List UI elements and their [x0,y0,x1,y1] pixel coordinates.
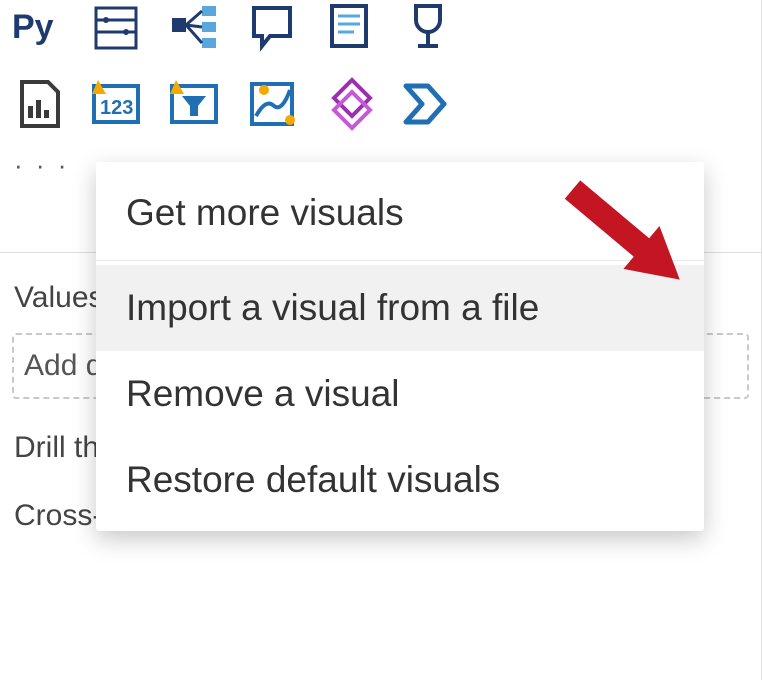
svg-text:123: 123 [100,97,133,119]
viz-icons-row-1: Py [0,0,761,64]
powerapps-icon[interactable] [324,76,380,132]
power-automate-icon[interactable] [402,76,458,132]
qa-visual-icon[interactable] [246,0,302,56]
power-automate-123-icon[interactable]: 123 [90,76,146,132]
visuals-context-menu: Get more visuals Import a visual from a … [96,162,704,531]
menu-restore-default-visuals[interactable]: Restore default visuals [96,437,704,523]
goals-icon[interactable] [402,0,458,56]
menu-import-visual-from-file[interactable]: Import a visual from a file [96,265,704,351]
power-automate-filter-icon[interactable] [168,76,224,132]
paginated-report-icon[interactable] [12,76,68,132]
arcgis-maps-icon[interactable] [246,76,302,132]
menu-get-more-visuals[interactable]: Get more visuals [96,170,704,256]
key-influencers-icon[interactable] [90,0,146,56]
menu-remove-visual[interactable]: Remove a visual [96,351,704,437]
decomposition-tree-icon[interactable] [168,0,224,56]
svg-text:Py: Py [12,8,54,46]
python-visual-icon[interactable]: Py [12,0,68,56]
viz-icons-row-2: 123 [0,64,761,140]
menu-separator [96,260,704,261]
smart-narrative-icon[interactable] [324,0,380,56]
